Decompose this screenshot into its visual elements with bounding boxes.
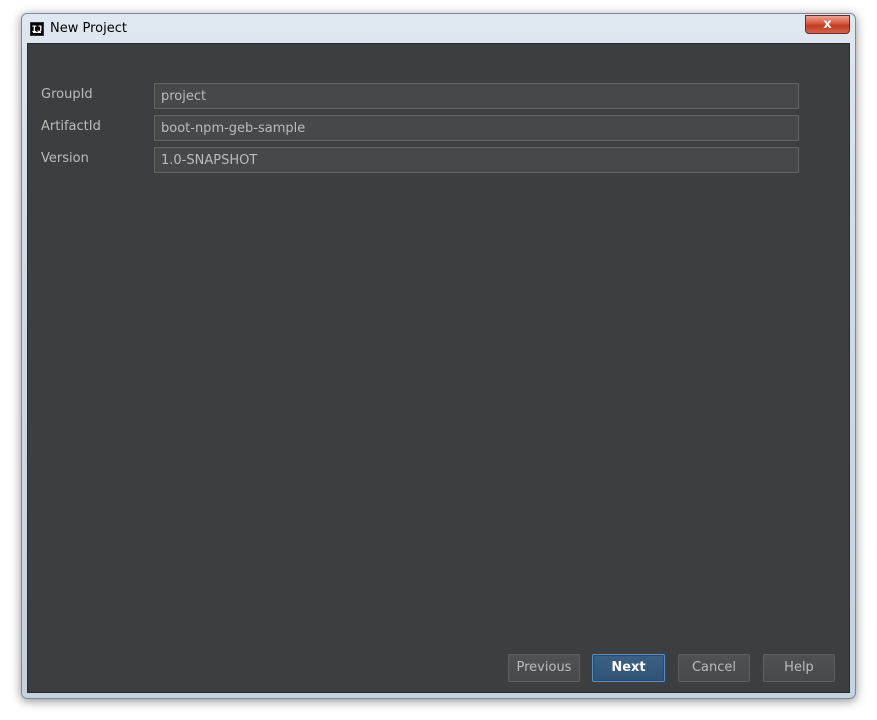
version-input[interactable] [154,147,799,173]
close-icon: x [823,17,832,32]
group-id-label: GroupId [41,87,93,102]
version-row: Version [28,147,849,173]
group-id-row: GroupId [28,83,849,109]
artifact-id-label: ArtifactId [41,119,101,134]
close-button[interactable]: x [805,15,850,34]
dialog-content: GroupId ArtifactId Version Previous Next… [27,43,850,693]
previous-button[interactable]: Previous [508,654,580,682]
new-project-dialog: IJ New Project x GroupId ArtifactId Vers… [21,13,856,699]
help-button[interactable]: Help [763,654,835,682]
artifact-id-row: ArtifactId [28,115,849,141]
title-bar[interactable]: IJ New Project x [22,14,855,44]
artifact-id-input[interactable] [154,115,799,141]
cancel-button[interactable]: Cancel [678,654,750,682]
version-label: Version [41,151,89,166]
group-id-input[interactable] [154,83,799,109]
intellij-app-icon: IJ [30,22,44,36]
next-button[interactable]: Next [592,654,665,682]
window-title: New Project [50,21,127,36]
